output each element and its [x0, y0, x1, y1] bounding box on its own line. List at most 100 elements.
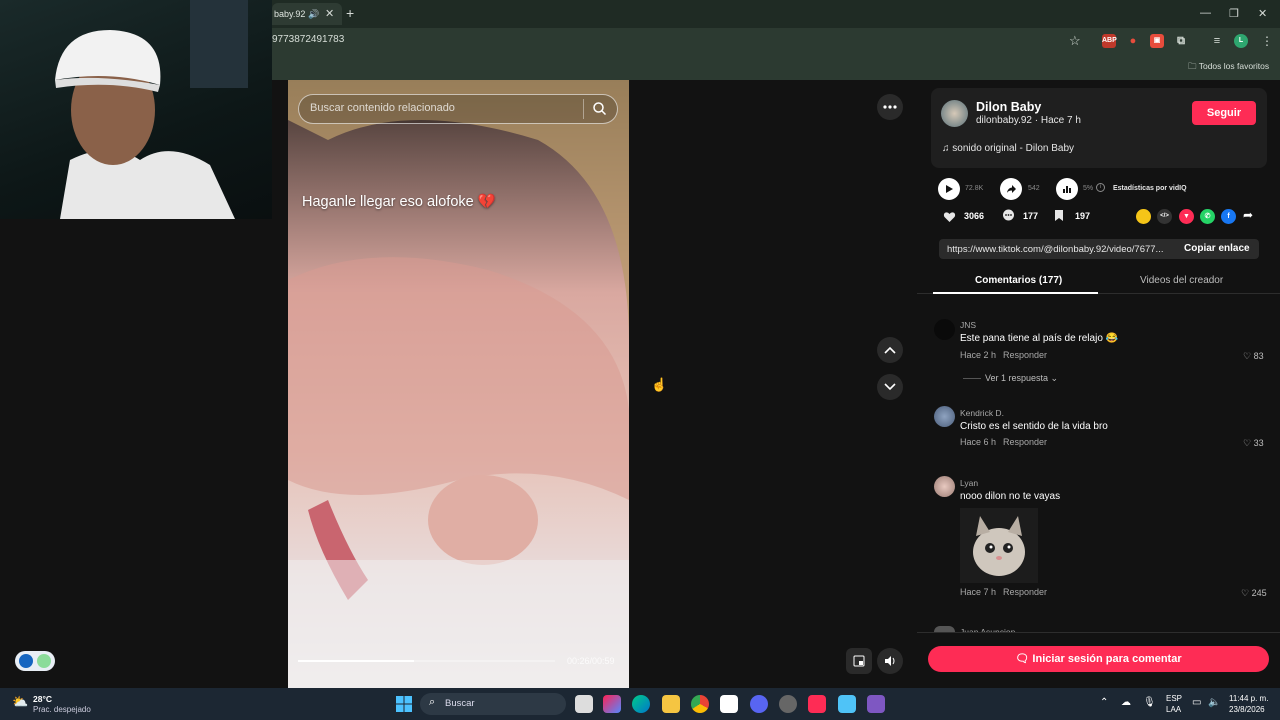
extensions-puzzle-icon[interactable]: ⧉	[1174, 34, 1188, 48]
comment-like[interactable]: ♡ 245	[1241, 588, 1267, 599]
picture-in-picture-button[interactable]	[846, 648, 872, 674]
weather-temp[interactable]: 28°C	[33, 694, 52, 704]
next-video-button[interactable]	[877, 374, 903, 400]
reply-button[interactable]: Responder	[1003, 437, 1047, 447]
play-button[interactable]	[938, 178, 960, 200]
save-button[interactable]	[1054, 209, 1064, 227]
comment-author[interactable]: JNS	[960, 320, 976, 330]
like-button[interactable]	[943, 210, 956, 228]
more-options-button[interactable]	[877, 94, 903, 120]
language-top[interactable]: ESP	[1166, 694, 1182, 703]
file-explorer-icon[interactable]	[662, 695, 680, 713]
author-name[interactable]: Dilon Baby	[976, 100, 1041, 114]
comment-sticker-image[interactable]	[960, 508, 1038, 583]
chevron-up-icon[interactable]: ⌃	[1100, 697, 1108, 708]
tab-creator-videos[interactable]: Videos del creador	[1140, 275, 1223, 286]
minimize-button[interactable]: —	[1200, 7, 1211, 19]
author-handle[interactable]: dilonbaby.92 · Hace 7 h	[976, 115, 1081, 126]
task-view-icon[interactable]	[575, 695, 593, 713]
tab-comments[interactable]: Comentarios (177)	[975, 275, 1062, 286]
media-control-icon[interactable]: ≡	[1210, 34, 1224, 48]
comment-time: Hace 6 h	[960, 437, 997, 447]
login-to-comment-button[interactable]: 🗨 Iniciar sesión para comentar	[928, 646, 1269, 672]
crying-cat-image	[960, 508, 1038, 583]
browser-menu-icon[interactable]: ⋮	[1261, 34, 1273, 48]
bookmark-star-icon[interactable]: ☆	[1069, 33, 1081, 49]
analytics-button[interactable]	[1056, 178, 1078, 200]
taskbar-search[interactable]: ⌕ Buscar	[420, 693, 566, 715]
video-player[interactable]	[288, 80, 629, 688]
vidiq-label: Estadísticas por vidIQ	[1113, 185, 1187, 192]
all-bookmarks-folder[interactable]: 🗀 Todos los favoritos	[1188, 61, 1269, 75]
more-share-icon[interactable]: ➦	[1243, 208, 1253, 222]
previous-video-button[interactable]	[877, 337, 903, 363]
capcut-icon[interactable]	[720, 695, 738, 713]
copilot-icon[interactable]	[603, 695, 621, 713]
comment-like[interactable]: ♡ 33	[1243, 438, 1264, 449]
restore-button[interactable]: ❐	[1229, 7, 1239, 20]
clock-date[interactable]: 23/8/2026	[1229, 705, 1265, 714]
comment-author[interactable]: Lyan	[960, 478, 978, 488]
floating-widget[interactable]	[15, 651, 55, 671]
chevron-up-icon	[884, 346, 896, 354]
send-to-friends-icon[interactable]: ▼	[1179, 209, 1194, 224]
bar-chart-icon	[1063, 186, 1071, 193]
webcam-person-image	[55, 0, 248, 219]
avatar[interactable]	[934, 476, 955, 497]
network-icon[interactable]: ▭	[1192, 697, 1201, 708]
reply-button[interactable]: Responder	[1003, 350, 1047, 360]
comment-like[interactable]: ♡ 83	[1243, 351, 1264, 362]
progress-fill	[298, 660, 414, 662]
view-replies-button[interactable]: Ver 1 respuesta ⌄	[985, 373, 1058, 384]
reply-button[interactable]: Responder	[1003, 587, 1047, 597]
comment-author[interactable]: Kendrick D.	[960, 408, 1004, 418]
whatsapp-icon[interactable]: ✆	[1200, 209, 1215, 224]
volume-button[interactable]	[877, 648, 903, 674]
vidiq-share-icon[interactable]	[1136, 209, 1151, 224]
microphone-icon[interactable]: 🎙	[1143, 697, 1156, 708]
obs-icon[interactable]	[779, 695, 797, 713]
clock-time[interactable]: 11:44 p. m.	[1229, 694, 1268, 703]
share-stat-button[interactable]	[1000, 178, 1022, 200]
tiktok-icon[interactable]	[808, 695, 826, 713]
heart-outline-icon: ♡	[1243, 438, 1254, 448]
app-icon[interactable]	[867, 695, 885, 713]
follow-button[interactable]: Seguir	[1192, 101, 1256, 125]
webcam-overlay	[0, 0, 272, 219]
speaker-icon[interactable]: 🔈	[1208, 697, 1220, 708]
folder-icon: 🗀	[1188, 61, 1199, 71]
chrome-icon[interactable]	[691, 695, 709, 713]
embed-code-icon[interactable]: </>	[1157, 209, 1172, 224]
info-icon[interactable]: i	[1096, 183, 1105, 192]
extension-icon[interactable]: ●	[1126, 34, 1140, 48]
more-icon	[883, 105, 897, 109]
language-bottom[interactable]: LAA	[1166, 705, 1181, 714]
notepad-icon[interactable]	[838, 695, 856, 713]
search-icon[interactable]	[592, 101, 607, 121]
comments-button[interactable]	[1002, 209, 1015, 227]
weather-icon[interactable]: ⛅	[12, 694, 28, 710]
replies-line	[963, 378, 981, 379]
facebook-icon[interactable]: f	[1221, 209, 1236, 224]
new-tab-button[interactable]: +	[346, 5, 354, 21]
profile-avatar[interactable]: L	[1234, 34, 1248, 48]
windows-start-icon[interactable]	[396, 696, 412, 717]
video-link-text[interactable]: https://www.tiktok.com/@dilonbaby.92/vid…	[947, 244, 1175, 255]
edge-icon[interactable]	[632, 695, 650, 713]
avatar[interactable]	[941, 100, 968, 127]
browser-tab[interactable]: baby.92 🔊 ✕	[272, 3, 342, 25]
adblock-extension-icon[interactable]: ABP	[1102, 34, 1117, 48]
tab-close-icon[interactable]: ✕	[325, 3, 334, 25]
avatar[interactable]	[934, 406, 955, 427]
music-link[interactable]: ♫ sonido original - Dilon Baby	[942, 143, 1074, 154]
related-search-placeholder: Buscar contenido relacionado	[310, 102, 455, 114]
weather-desc[interactable]: Prac. despejado	[33, 705, 91, 714]
speaker-icon[interactable]: 🔊	[308, 3, 319, 25]
discord-icon[interactable]	[750, 695, 768, 713]
close-window-button[interactable]: ✕	[1258, 7, 1267, 20]
extension-icon[interactable]: ▣	[1150, 34, 1164, 48]
url-field[interactable]: 9773872491783	[272, 34, 344, 45]
cloud-icon[interactable]: ☁	[1121, 697, 1131, 708]
copy-link-button[interactable]: Copiar enlace	[1184, 243, 1250, 254]
avatar[interactable]	[934, 319, 955, 340]
